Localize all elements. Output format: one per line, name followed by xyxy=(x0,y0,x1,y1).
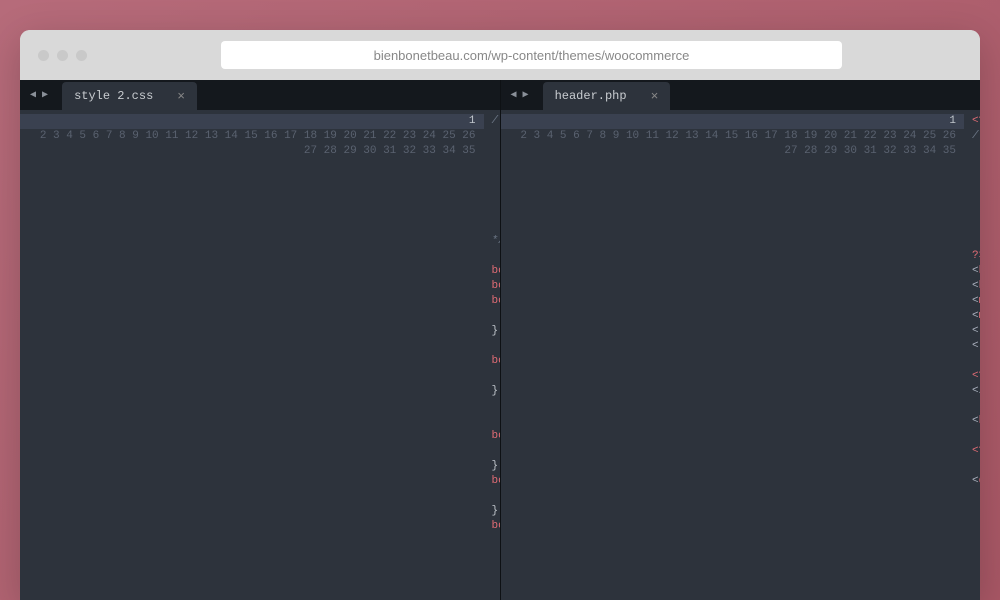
editor-pane-left: ◀ ▶ style 2.css × 1 2 3 4 5 6 7 8 9 10 1… xyxy=(20,80,501,600)
minimize-icon[interactable] xyxy=(57,50,68,61)
url-bar[interactable]: bienbonetbeau.com/wp-content/themes/wooc… xyxy=(221,41,842,69)
tab-bar: ◀ ▶ style 2.css × xyxy=(20,80,500,110)
code-area[interactable]: 1 2 3 4 5 6 7 8 9 10 11 12 13 14 15 16 1… xyxy=(20,110,500,600)
close-icon[interactable]: × xyxy=(177,89,185,104)
close-icon[interactable] xyxy=(38,50,49,61)
editor-area: ◀ ▶ style 2.css × 1 2 3 4 5 6 7 8 9 10 1… xyxy=(20,80,980,600)
tab-label: style 2.css xyxy=(74,89,153,103)
traffic-lights xyxy=(38,50,87,61)
gutter: 1 2 3 4 5 6 7 8 9 10 11 12 13 14 15 16 1… xyxy=(20,110,484,600)
nav-back-icon[interactable]: ◀ xyxy=(28,87,38,103)
code-content[interactable]: <?php /** * The header for our theme. * … xyxy=(964,110,980,600)
maximize-icon[interactable] xyxy=(76,50,87,61)
gutter: 1 2 3 4 5 6 7 8 9 10 11 12 13 14 15 16 1… xyxy=(501,110,965,600)
nav-forward-icon[interactable]: ▶ xyxy=(521,87,531,103)
tab-style-css[interactable]: style 2.css × xyxy=(62,82,197,110)
tab-label: header.php xyxy=(555,89,627,103)
code-content[interactable]: /* Theme Name: BBB 2020 Theme URI: https… xyxy=(484,110,500,600)
tab-bar: ◀ ▶ header.php × xyxy=(501,80,981,110)
tab-header-php[interactable]: header.php × xyxy=(543,82,671,110)
nav-forward-icon[interactable]: ▶ xyxy=(40,87,50,103)
editor-pane-right: ◀ ▶ header.php × 1 2 3 4 5 6 7 8 9 10 11… xyxy=(501,80,981,600)
close-icon[interactable]: × xyxy=(651,89,659,104)
browser-window: bienbonetbeau.com/wp-content/themes/wooc… xyxy=(20,30,980,600)
titlebar: bienbonetbeau.com/wp-content/themes/wooc… xyxy=(20,30,980,80)
nav-back-icon[interactable]: ◀ xyxy=(509,87,519,103)
code-area[interactable]: 1 2 3 4 5 6 7 8 9 10 11 12 13 14 15 16 1… xyxy=(501,110,981,600)
